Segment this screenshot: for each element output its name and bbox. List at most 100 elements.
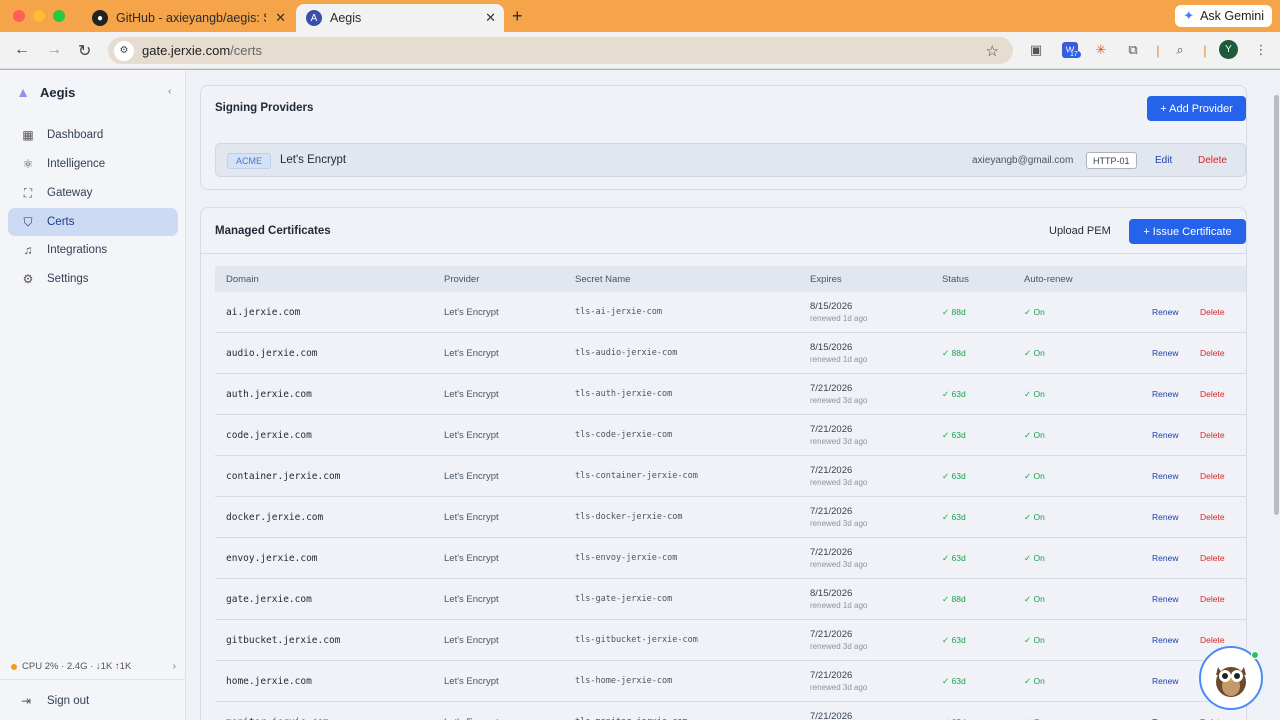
signing-providers-title: Signing Providers	[215, 102, 314, 114]
sidebar-item-label: Intelligence	[47, 158, 106, 170]
column-header-provider[interactable]: Provider	[444, 274, 479, 285]
extensions-puzzle-icon[interactable]: ⧉	[1125, 42, 1141, 58]
status-badge: ✓ 63d	[942, 676, 966, 686]
upload-pem-button[interactable]: Upload PEM	[1049, 225, 1111, 237]
provider-cell: Let's Encrypt	[444, 553, 499, 564]
delete-certificate-button[interactable]: Delete	[1200, 389, 1225, 399]
status-badge: ✓ 88d	[942, 307, 966, 317]
renew-button[interactable]: Renew	[1152, 471, 1178, 481]
expires-date: 7/21/2026	[810, 629, 853, 640]
column-header-secret-name[interactable]: Secret Name	[575, 274, 630, 285]
reload-icon[interactable]: ↻	[78, 41, 91, 61]
delete-certificate-button[interactable]: Delete	[1200, 430, 1225, 440]
sidebar-item-gateway[interactable]: ⛶ Gateway	[8, 179, 178, 207]
address-bar[interactable]: ⚙ gate.jerxie.com/certs ☆	[108, 37, 1013, 64]
column-header-expires[interactable]: Expires	[810, 274, 842, 285]
sidebar-item-settings[interactable]: ⚙ Settings	[8, 265, 178, 293]
table-body: ai.jerxie.com Let's Encrypt tls-ai-jerxie-…	[215, 292, 1246, 720]
issue-certificate-button[interactable]: + Issue Certificate	[1129, 219, 1246, 244]
sign-out-label: Sign out	[47, 695, 90, 707]
delete-certificate-button[interactable]: Delete	[1200, 553, 1225, 563]
sidebar-item-dashboard[interactable]: ▦ Dashboard	[8, 121, 178, 149]
site-settings-icon[interactable]: ⚙	[114, 40, 134, 61]
provider-cell: Let's Encrypt	[444, 471, 499, 482]
expires-date: 8/15/2026	[810, 301, 853, 312]
renew-button[interactable]: Renew	[1152, 389, 1178, 399]
column-header-auto-renew[interactable]: Auto-renew	[1024, 274, 1073, 285]
system-status[interactable]: CPU 2% · 2.4G · ↓1K ↑1K ›	[11, 661, 176, 672]
screenshot-extension-icon[interactable]: ▣	[1028, 42, 1044, 58]
minimize-window-button[interactable]	[33, 10, 45, 22]
renew-button[interactable]: Renew	[1152, 553, 1178, 563]
close-tab-icon[interactable]: ✕	[485, 10, 496, 26]
managed-certificates-title: Managed Certificates	[215, 225, 331, 237]
edit-provider-button[interactable]: Edit	[1155, 155, 1172, 166]
table-row: gate.jerxie.com Let's Encrypt tls-gate-jer…	[215, 579, 1246, 620]
delete-certificate-button[interactable]: Delete	[1200, 512, 1225, 522]
auto-renew-status: ✓ On	[1024, 635, 1045, 645]
renew-button[interactable]: Renew	[1152, 676, 1178, 686]
status-badge: ✓ 63d	[942, 430, 966, 440]
add-provider-button[interactable]: + Add Provider	[1147, 96, 1246, 121]
column-header-status[interactable]: Status	[942, 274, 969, 285]
url-host: gate.jerxie.com	[142, 43, 231, 58]
delete-provider-button[interactable]: Delete	[1198, 155, 1227, 166]
url-text: gate.jerxie.com/certs	[142, 43, 262, 58]
close-window-button[interactable]	[13, 10, 25, 22]
delete-certificate-button[interactable]: Delete	[1200, 635, 1225, 645]
table-row: code.jerxie.com Let's Encrypt tls-code-jer…	[215, 415, 1246, 456]
delete-certificate-button[interactable]: Delete	[1200, 471, 1225, 481]
browser-menu-icon[interactable]: ⋮	[1253, 42, 1269, 58]
status-badge: ✓ 88d	[942, 348, 966, 358]
shield-icon: ⛉	[23, 214, 33, 229]
renew-button[interactable]: Renew	[1152, 512, 1178, 522]
delete-certificate-button[interactable]: Delete	[1200, 307, 1225, 317]
auto-renew-status: ✓ On	[1024, 348, 1045, 358]
provider-name: Let's Encrypt	[280, 154, 347, 166]
renew-button[interactable]: Renew	[1152, 430, 1178, 440]
url-path: /certs	[230, 43, 262, 58]
collapse-sidebar-icon[interactable]: ‹	[168, 86, 171, 97]
browser-tab-aegis[interactable]: A Aegis ✕	[296, 4, 504, 32]
secret-name-cell: tls-auth-jerxie-com	[575, 389, 673, 399]
tab-title: GitHub - axieyangb/aegis: Se	[116, 11, 266, 25]
sign-out-button[interactable]: ⇥ Sign out	[21, 694, 89, 708]
renew-button[interactable]: Renew	[1152, 594, 1178, 604]
sidebar-item-certs[interactable]: ⛉ Certs	[8, 208, 178, 236]
status-badge: ✓ 63d	[942, 553, 966, 563]
tab-search-icon[interactable]: ⌕	[1172, 42, 1188, 58]
browser-tab-github[interactable]: ● GitHub - axieyangb/aegis: Se ✕	[82, 4, 294, 32]
column-header-domain[interactable]: Domain	[226, 274, 259, 285]
provider-row: ACME Let's Encrypt axieyangb@gmail.com H…	[215, 143, 1246, 177]
renewed-ago: renewed 3d ago	[810, 519, 868, 528]
page-scrollbar[interactable]	[1274, 95, 1279, 515]
expires-date: 7/21/2026	[810, 465, 853, 476]
back-arrow-icon[interactable]: ←	[14, 41, 30, 59]
renew-button[interactable]: Renew	[1152, 348, 1178, 358]
bell-icon: ♫	[23, 243, 33, 257]
github-icon: ●	[92, 10, 108, 26]
close-tab-icon[interactable]: ✕	[275, 10, 286, 26]
assistant-owl-avatar[interactable]	[1199, 646, 1263, 710]
renewed-ago: renewed 3d ago	[810, 560, 868, 569]
status-dot-icon	[11, 663, 17, 670]
new-tab-button[interactable]: +	[512, 6, 523, 27]
delete-certificate-button[interactable]: Delete	[1200, 594, 1225, 604]
sidebar-item-integrations[interactable]: ♫ Integrations	[8, 236, 178, 264]
domain-cell: gitbucket.jerxie.com	[226, 635, 341, 646]
delete-certificate-button[interactable]: Delete	[1200, 348, 1225, 358]
bookmark-star-icon[interactable]: ☆	[986, 42, 999, 60]
chevron-right-icon: ›	[172, 661, 176, 672]
renew-button[interactable]: Renew	[1152, 635, 1178, 645]
expires-date: 8/15/2026	[810, 588, 853, 599]
profile-avatar[interactable]: Y	[1219, 40, 1238, 59]
aegis-logo-icon: ▲	[16, 84, 30, 100]
forward-arrow-icon[interactable]: →	[46, 41, 62, 59]
renew-button[interactable]: Renew	[1152, 307, 1178, 317]
maximize-window-button[interactable]	[53, 10, 65, 22]
card-header-divider	[201, 253, 1246, 254]
ask-gemini-button[interactable]: ✦ Ask Gemini	[1175, 5, 1272, 27]
claude-extension-icon[interactable]: ✳	[1093, 42, 1109, 58]
sidebar-item-intelligence[interactable]: ⚛ Intelligence	[8, 150, 178, 178]
secret-name-cell: tls-audio-jerxie-com	[575, 348, 678, 358]
